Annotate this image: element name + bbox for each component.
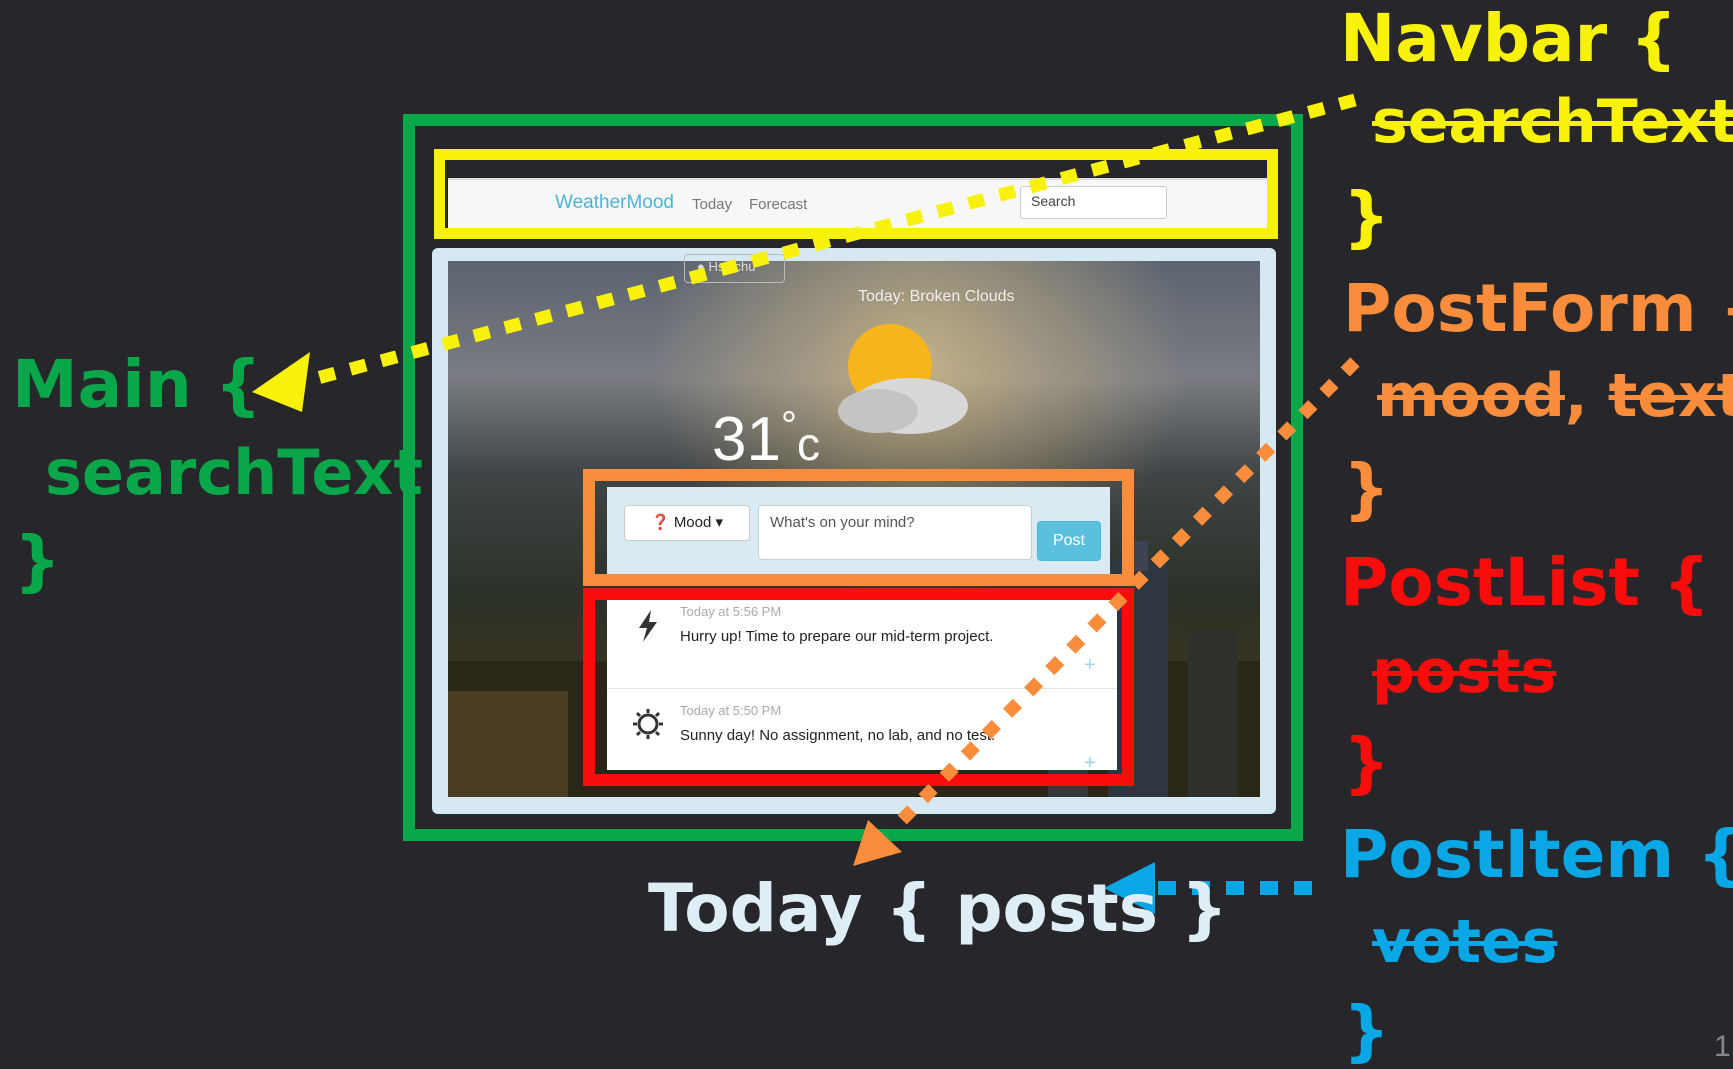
main-field-searchtext: searchText bbox=[45, 436, 423, 509]
postitem-annotation-close: } bbox=[1343, 992, 1390, 1069]
postform-annotation-close: } bbox=[1343, 450, 1390, 527]
searchtext-arrow bbox=[252, 93, 1357, 412]
postform-field-text: text bbox=[1608, 361, 1733, 431]
postform-fields: mood, text bbox=[1377, 366, 1733, 426]
navbar-annotation-close: } bbox=[1343, 178, 1390, 255]
page-number: 1 bbox=[1714, 1030, 1731, 1063]
postlist-annotation-open: PostList { bbox=[1340, 544, 1711, 621]
posts-arrow bbox=[853, 357, 1360, 866]
postform-field-separator: , bbox=[1564, 361, 1588, 431]
navbar-field-searchtext: searchText bbox=[1372, 87, 1733, 157]
main-annotation-close: } bbox=[14, 522, 61, 599]
postitem-annotation-open: PostItem { bbox=[1340, 816, 1733, 893]
main-annotation-open: Main { bbox=[12, 346, 262, 423]
today-annotation: Today { posts } bbox=[648, 870, 1228, 947]
postlist-annotation-close: } bbox=[1343, 724, 1390, 801]
postform-annotation-open: PostForm { bbox=[1343, 270, 1733, 347]
postform-field-mood: mood bbox=[1377, 361, 1565, 431]
postlist-field-posts: posts bbox=[1372, 637, 1557, 707]
navbar-annotation-open: Navbar { bbox=[1340, 0, 1678, 77]
postitem-field-votes: votes bbox=[1372, 907, 1558, 977]
